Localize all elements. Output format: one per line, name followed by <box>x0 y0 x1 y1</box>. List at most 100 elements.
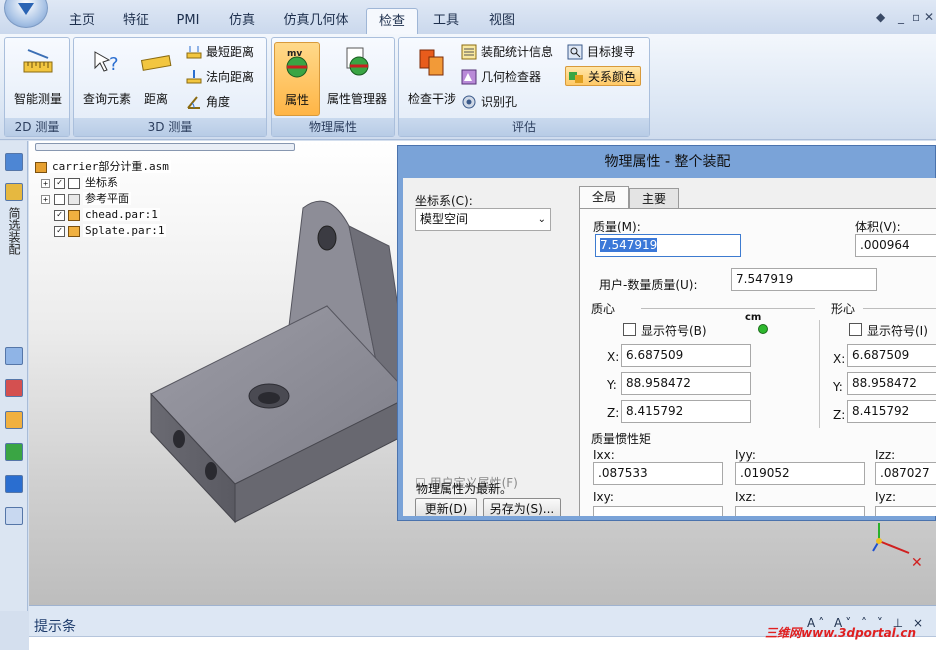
sensor-icon[interactable] <box>5 379 23 397</box>
update-button[interactable]: 更新(D) <box>415 498 477 516</box>
tree-root[interactable]: carrier部分计重.asm <box>35 159 171 175</box>
angle-button[interactable]: 角度 <box>184 92 230 112</box>
user-mass-field[interactable]: 7.547919 <box>731 268 877 291</box>
ixy-label: Ixy: <box>593 490 614 504</box>
distance-button[interactable]: 距离 <box>132 42 180 116</box>
layers-icon[interactable] <box>5 347 23 365</box>
expand-icon[interactable]: + <box>41 178 50 188</box>
geometry-inspector-button[interactable]: 几何检查器 <box>459 67 541 87</box>
com-z-field[interactable]: 8.415792 <box>621 400 751 423</box>
quick-assembly-tab[interactable]: 简选装配 <box>7 207 21 255</box>
tree-splitter[interactable] <box>35 143 295 151</box>
izz-field[interactable]: .087027 <box>875 462 936 485</box>
restore-icon[interactable]: ▫ <box>912 10 920 24</box>
com-x-field[interactable]: 6.687509 <box>621 344 751 367</box>
identify-holes-button[interactable]: 识别孔 <box>459 92 517 112</box>
tree-checkbox[interactable]: ✓ <box>54 209 65 221</box>
coordinate-system-icon <box>68 177 80 189</box>
query-element-button[interactable]: ? 查询元素 <box>76 42 138 116</box>
shortest-distance-button[interactable]: 最短距离 <box>184 42 254 62</box>
target-search-button[interactable]: 目标搜寻 <box>565 42 635 62</box>
tab-features[interactable]: 特征 <box>112 8 160 34</box>
tree-checkbox[interactable]: ✓ <box>54 177 65 189</box>
angle-icon <box>186 94 202 110</box>
3d-bracket-model[interactable] <box>139 186 439 546</box>
centroid-y-field[interactable]: 88.958472 <box>847 372 936 395</box>
user-mass-label: 用户-数量质量(U): <box>599 278 698 292</box>
normal-distance-icon <box>186 69 202 85</box>
tab-inspect[interactable]: 检查 <box>366 8 418 34</box>
tab-home[interactable]: 主页 <box>58 8 106 34</box>
dialog-body: 坐标系(C): 模型空间 ⌄ ☐ 用户定义属性(F) 更新(D) 另存为(S).… <box>403 178 936 516</box>
angle-label: 角度 <box>206 95 231 109</box>
centroid-x-field[interactable]: 6.687509 <box>847 344 936 367</box>
ribbon: 智能测量 2D 测量 ? 查询元素 距离 最短距离 法向距离 角度 3D 测量 … <box>0 34 936 140</box>
tab-tools[interactable]: 工具 <box>424 8 468 34</box>
properties-manager-button[interactable]: 属性管理器 <box>322 42 392 116</box>
show-symbol-b-checkbox[interactable] <box>623 323 636 336</box>
relation-colors-button[interactable]: 关系颜色 <box>565 66 642 86</box>
distance-label: 距离 <box>143 92 168 106</box>
application-button[interactable] <box>4 0 48 28</box>
com-y-field[interactable]: 88.958472 <box>621 372 751 395</box>
volume-field[interactable]: .000964 <box>855 234 936 257</box>
settings-gear-icon[interactable] <box>5 475 23 493</box>
tab-global[interactable]: 全局 <box>579 186 629 208</box>
distance-icon <box>140 46 172 78</box>
group-3d-measure: ? 查询元素 距离 最短距离 法向距离 角度 3D 测量 <box>73 37 267 137</box>
table-icon[interactable] <box>5 507 23 525</box>
svg-text:✕: ✕ <box>911 555 923 571</box>
show-symbol-i-checkbox[interactable] <box>849 323 862 336</box>
com-z-label: Z: <box>607 406 620 420</box>
dialog-title[interactable]: 物理属性 - 整个装配 <box>398 146 936 178</box>
tree-item-coordinate-systems[interactable]: + ✓ 坐标系 <box>41 175 120 191</box>
close-icon[interactable]: ✕ <box>924 10 934 24</box>
group-2d-label: 2D 测量 <box>5 118 69 136</box>
expand-icon[interactable]: + <box>41 194 50 204</box>
tree-item-reference-planes[interactable]: + 参考平面 <box>41 191 131 207</box>
pathfinder-icon[interactable] <box>5 153 23 171</box>
minimize-icon[interactable]: _ <box>898 10 904 24</box>
tab-view[interactable]: 视图 <box>478 8 526 34</box>
assembly-icon[interactable] <box>5 183 23 201</box>
tab-principal[interactable]: 主要 <box>629 188 679 208</box>
tab-simulation-geometry[interactable]: 仿真几何体 <box>276 8 356 34</box>
tab-pmi[interactable]: PMI <box>168 8 208 34</box>
group-physical-properties: mv 属性 属性管理器 物理属性 <box>271 37 395 137</box>
chevron-down-icon: ⌄ <box>537 214 546 225</box>
smart-measure-button[interactable]: 智能测量 <box>7 42 69 116</box>
ixz-label: Ixz: <box>735 490 756 504</box>
target-search-icon <box>567 44 583 60</box>
tree-checkbox[interactable]: ✓ <box>54 225 65 237</box>
library-icon[interactable] <box>5 411 23 429</box>
render-icon[interactable] <box>5 443 23 461</box>
app-logo-icon <box>18 3 34 15</box>
iyz-field[interactable] <box>875 506 936 516</box>
normal-distance-label: 法向距离 <box>206 70 255 84</box>
assembly-stats-button[interactable]: 装配统计信息 <box>459 42 553 62</box>
ixy-field[interactable] <box>593 506 723 516</box>
mass-field[interactable]: 7.547919 <box>595 234 741 257</box>
view-triad-icon[interactable]: ✕ <box>871 521 931 571</box>
coordinate-system-select[interactable]: 模型空间 ⌄ <box>415 208 551 231</box>
ixx-field[interactable]: .087533 <box>593 462 723 485</box>
ixx-label: Ixx: <box>593 448 615 462</box>
cen-z-label: Z: <box>833 408 846 422</box>
centroid-z-field[interactable]: 8.415792 <box>847 400 936 423</box>
cen-y-label: Y: <box>833 380 843 394</box>
properties-label: 属性 <box>284 93 309 107</box>
ixz-field[interactable] <box>735 506 865 516</box>
tab-simulation[interactable]: 仿真 <box>218 8 266 34</box>
properties-button[interactable]: mv 属性 <box>274 42 320 116</box>
title-bar: 主页 特征 PMI 仿真 仿真几何体 检查 工具 视图 ◆ _ ▫ ✕ <box>0 0 936 36</box>
interference-check-button[interactable]: 检查干涉 <box>401 42 463 116</box>
tree-checkbox[interactable] <box>54 193 65 205</box>
show-symbol-b-label: 显示符号(B) <box>641 324 707 338</box>
center-of-mass-symbol-icon <box>758 324 768 334</box>
iyy-field[interactable]: .019052 <box>735 462 865 485</box>
help-icon[interactable]: ◆ <box>876 10 885 24</box>
save-as-button[interactable]: 另存为(S)... <box>483 498 561 516</box>
group-3d-label: 3D 测量 <box>74 118 266 136</box>
normal-distance-button[interactable]: 法向距离 <box>184 67 254 87</box>
identify-holes-icon <box>461 94 477 110</box>
